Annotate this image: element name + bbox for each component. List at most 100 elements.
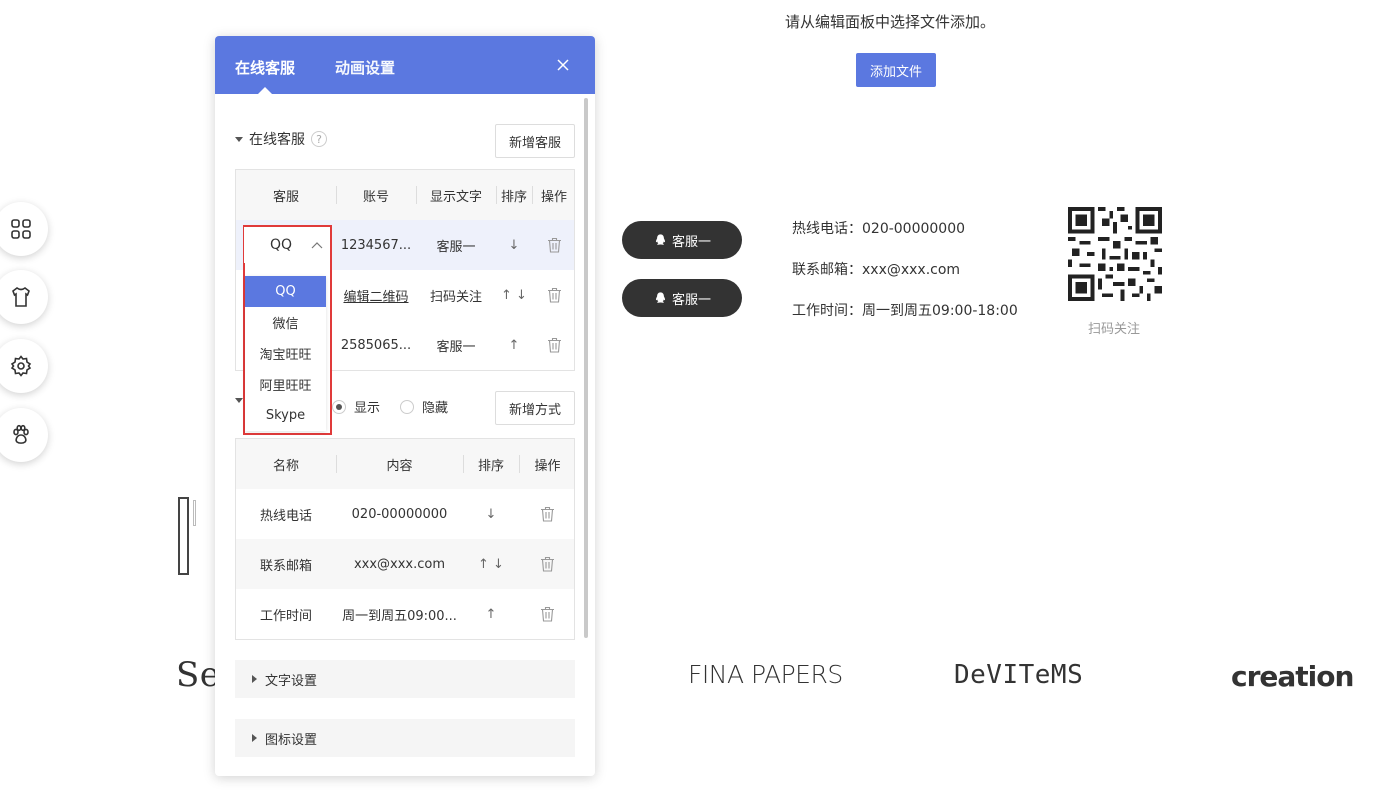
tab-online-service[interactable]: 在线客服 <box>235 57 295 78</box>
radio-label: 显示 <box>354 401 381 416</box>
table-header: 客服 账号 显示文字 排序 操作 <box>236 170 574 220</box>
qr-caption: 扫码关注 <box>1088 322 1141 337</box>
service-pill[interactable]: 客服一 <box>622 279 742 317</box>
chevron-up-icon <box>311 242 323 249</box>
add-file-button[interactable]: 添加文件 <box>856 53 936 87</box>
radio-label: 隐藏 <box>422 401 449 416</box>
option-qq[interactable]: QQ <box>245 276 326 307</box>
service-type-options: QQ 微信 淘宝旺旺 阿里旺旺 Skype <box>245 276 326 431</box>
column-header: 排序 <box>477 458 504 474</box>
trash-icon <box>547 237 561 253</box>
radio-show[interactable]: 显示 <box>332 397 380 416</box>
contact-content-cell[interactable]: 周一到周五09:00... <box>336 589 463 639</box>
collapse-title: 图标设置 <box>265 732 318 748</box>
option-wechat[interactable]: 微信 <box>245 307 326 338</box>
edit-qrcode-link[interactable]: 编辑二维码 <box>336 270 416 320</box>
sort-arrows[interactable]: ↑ ↓ <box>496 270 532 320</box>
display-text-cell[interactable]: 客服一 <box>416 220 496 270</box>
service-pill[interactable]: 客服一 <box>622 221 742 259</box>
add-service-button[interactable]: 新增客服 <box>495 124 575 158</box>
column-header: 排序 <box>500 189 527 205</box>
preview-email: 联系邮箱：xxx@xxx.com <box>792 262 961 278</box>
icon-settings-collapse[interactable]: 图标设置 <box>235 719 575 757</box>
trash-icon <box>547 287 561 303</box>
trash-icon <box>541 506 554 522</box>
panel-header: 在线客服 动画设置 <box>215 36 595 94</box>
account-cell[interactable]: 2585065... <box>336 320 416 370</box>
add-file-hint: 请从编辑面板中选择文件添加。 <box>785 13 996 31</box>
option-taobao-wangwang[interactable]: 淘宝旺旺 <box>245 338 326 369</box>
paw-icon <box>13 424 29 444</box>
table-row[interactable]: 热线电话 020-00000000 ↓ <box>236 489 574 539</box>
sidebar-settings-button[interactable] <box>0 339 48 393</box>
qr-code <box>1068 207 1162 301</box>
table-row[interactable]: 联系邮箱 xxx@xxx.com ↑ ↓ <box>236 539 574 589</box>
add-contact-method-button[interactable]: 新增方式 <box>495 391 575 425</box>
qq-icon <box>655 291 666 303</box>
radio-button[interactable] <box>400 399 414 414</box>
trash-icon <box>547 337 561 353</box>
delete-button[interactable] <box>532 220 576 270</box>
column-header: 客服 <box>272 189 299 205</box>
sidebar-theme-button[interactable] <box>0 270 48 324</box>
tab-animation-settings[interactable]: 动画设置 <box>335 57 395 78</box>
sidebar-grid-button[interactable] <box>0 202 48 256</box>
contact-name-cell[interactable]: 工作时间 <box>236 589 336 639</box>
grid-icon <box>11 219 31 239</box>
preview-hours: 工作时间：周一到周五09:00-18:00 <box>792 303 1018 319</box>
settings-panel: 在线客服 动画设置 在线客服 ? 新增客服 客服 账号 显示文字 排序 操作 1… <box>215 36 595 776</box>
radio-button-checked[interactable] <box>332 399 346 414</box>
delete-button[interactable] <box>532 320 576 370</box>
delete-button[interactable] <box>532 270 576 320</box>
caret-right-icon <box>252 675 257 683</box>
help-icon[interactable]: ? <box>311 131 327 147</box>
column-header: 名称 <box>272 458 299 474</box>
brand-logo: creation <box>1231 660 1354 693</box>
brand-logo: Se <box>176 655 221 695</box>
pill-label: 客服一 <box>671 292 711 308</box>
column-header: 内容 <box>386 458 413 474</box>
contact-content-cell[interactable]: 020-00000000 <box>336 489 463 539</box>
delete-button[interactable] <box>519 539 576 589</box>
column-header: 操作 <box>534 458 561 474</box>
shirt-icon <box>12 287 30 307</box>
column-header: 操作 <box>540 189 567 205</box>
column-header: 账号 <box>362 189 389 205</box>
display-text-cell[interactable]: 扫码关注 <box>416 270 496 320</box>
panel-scrollbar[interactable] <box>584 98 588 638</box>
sort-arrows[interactable]: ↑ <box>496 320 532 370</box>
table-row[interactable]: 工作时间 周一到周五09:00... ↑ <box>236 589 574 639</box>
text-settings-collapse[interactable]: 文字设置 <box>235 660 575 698</box>
delete-button[interactable] <box>519 489 576 539</box>
contact-content-cell[interactable]: xxx@xxx.com <box>336 539 463 589</box>
caret-down-icon <box>235 398 243 403</box>
close-icon[interactable] <box>555 57 571 73</box>
sort-arrows[interactable]: ↑ ↓ <box>463 539 519 589</box>
account-cell[interactable]: 1234567... <box>336 220 416 270</box>
decorative-bar <box>178 497 189 575</box>
option-skype[interactable]: Skype <box>245 400 326 431</box>
sort-arrows[interactable]: ↓ <box>463 489 519 539</box>
trash-icon <box>541 556 554 572</box>
brand-logo: DeVITeMS <box>954 660 1084 690</box>
display-text-cell[interactable]: 客服一 <box>416 320 496 370</box>
service-type-select[interactable]: QQ <box>244 227 329 263</box>
contact-section-toggle[interactable] <box>235 398 243 403</box>
table-header: 名称 内容 排序 操作 <box>236 439 574 489</box>
caret-right-icon <box>252 734 257 742</box>
collapse-title: 文字设置 <box>265 673 318 689</box>
brand-logo: FINA PAPERS <box>688 660 843 689</box>
sort-arrows[interactable]: ↓ <box>496 220 532 270</box>
contact-name-cell[interactable]: 热线电话 <box>236 489 336 539</box>
contact-name-cell[interactable]: 联系邮箱 <box>236 539 336 589</box>
qq-icon <box>655 233 666 245</box>
sort-arrows[interactable]: ↑ <box>463 589 519 639</box>
radio-hide[interactable]: 隐藏 <box>400 397 448 416</box>
sidebar-paw-button[interactable] <box>0 408 48 462</box>
online-service-section-toggle[interactable]: 在线客服 ? <box>235 129 327 149</box>
active-tab-indicator <box>258 87 272 94</box>
decorative-bar <box>193 500 196 526</box>
column-header: 显示文字 <box>429 189 482 205</box>
delete-button[interactable] <box>519 589 576 639</box>
option-ali-wangwang[interactable]: 阿里旺旺 <box>245 369 326 400</box>
